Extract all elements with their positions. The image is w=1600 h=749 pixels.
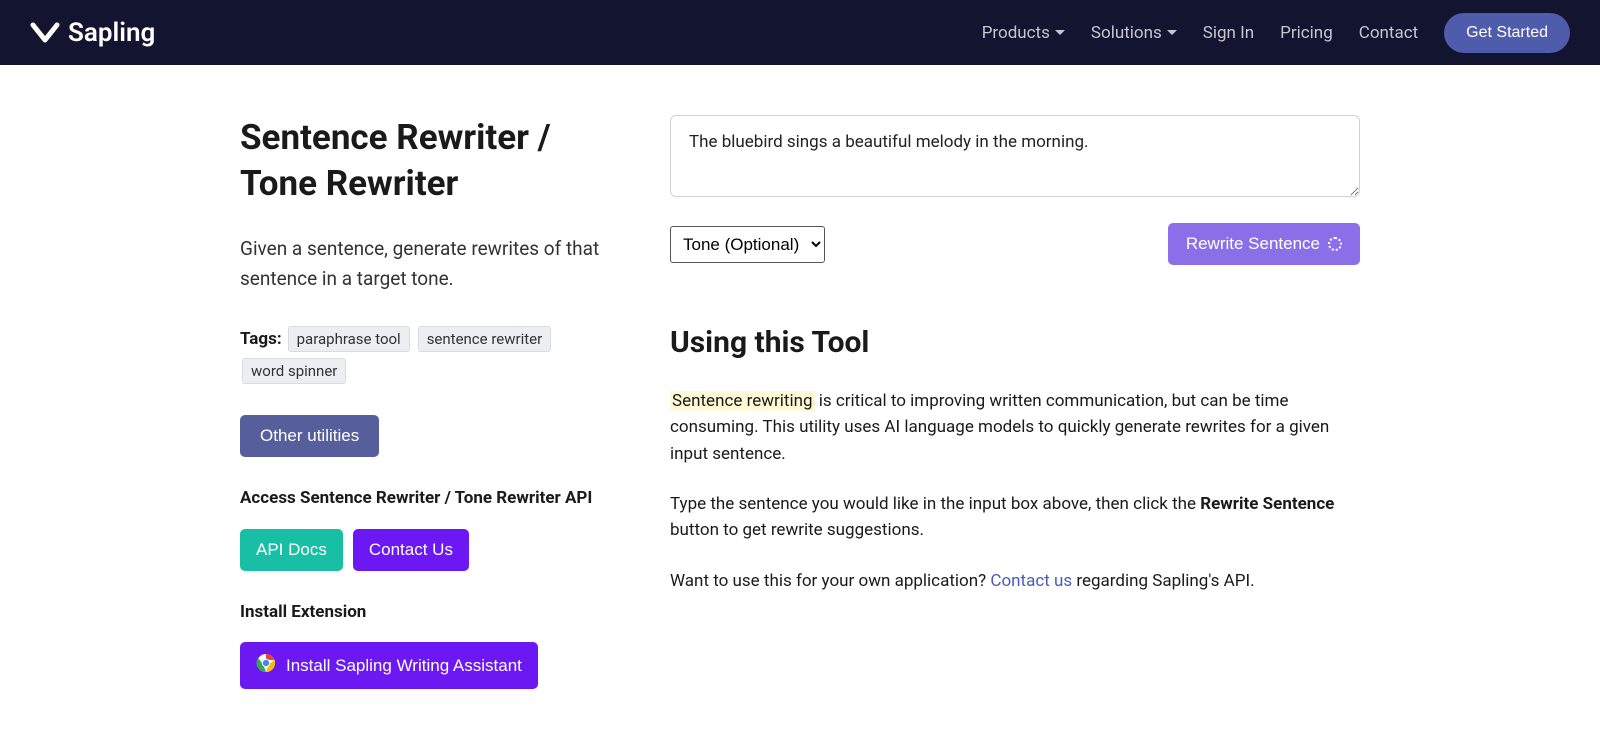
main-container: Sentence Rewriter / Tone Rewriter Given …: [240, 65, 1360, 729]
install-extension-label: Install Extension: [240, 601, 610, 625]
nav-contact[interactable]: Contact: [1359, 23, 1418, 43]
install-sapling-button[interactable]: Install Sapling Writing Assistant: [240, 642, 538, 689]
rewrite-sentence-button[interactable]: Rewrite Sentence: [1168, 223, 1360, 265]
contact-us-button[interactable]: Contact Us: [353, 529, 469, 571]
right-column: Tone (Optional) Rewrite Sentence Using t…: [670, 115, 1360, 689]
contact-us-link[interactable]: Contact us: [990, 571, 1072, 591]
api-docs-button[interactable]: API Docs: [240, 529, 343, 571]
using-this-tool-title: Using this Tool: [670, 325, 1360, 360]
tag[interactable]: paraphrase tool: [288, 326, 410, 352]
other-utilities-button[interactable]: Other utilities: [240, 415, 379, 457]
caret-down-icon: [1055, 30, 1065, 35]
left-column: Sentence Rewriter / Tone Rewriter Given …: [240, 115, 610, 689]
brand[interactable]: Sapling: [30, 18, 155, 48]
api-buttons-row: API Docs Contact Us: [240, 529, 610, 571]
get-started-button[interactable]: Get Started: [1444, 13, 1570, 53]
description-para-2: Type the sentence you would like in the …: [670, 491, 1360, 544]
navbar: Sapling Products Solutions Sign In Prici…: [0, 0, 1600, 65]
rewrite-sentence-label: Rewrite Sentence: [1186, 234, 1320, 254]
nav-signin[interactable]: Sign In: [1203, 23, 1254, 43]
page-subtitle: Given a sentence, generate rewrites of t…: [240, 234, 610, 295]
tag[interactable]: sentence rewriter: [418, 326, 552, 352]
description-para-3: Want to use this for your own applicatio…: [670, 568, 1360, 594]
spinner-icon: [1328, 237, 1342, 251]
chrome-icon: [256, 653, 276, 678]
nav-products-label: Products: [982, 23, 1050, 43]
control-row: Tone (Optional) Rewrite Sentence: [670, 223, 1360, 265]
caret-down-icon: [1167, 30, 1177, 35]
page-title: Sentence Rewriter / Tone Rewriter: [240, 115, 610, 206]
description-para-1: Sentence rewriting is critical to improv…: [670, 388, 1360, 467]
sapling-logo-icon: [30, 22, 60, 44]
rewrite-strong: Rewrite Sentence: [1200, 494, 1334, 514]
nav-right: Products Solutions Sign In Pricing Conta…: [982, 13, 1570, 53]
highlighted-text: Sentence rewriting: [670, 391, 815, 411]
brand-name: Sapling: [68, 18, 155, 48]
tag[interactable]: word spinner: [242, 358, 346, 384]
nav-products[interactable]: Products: [982, 23, 1065, 43]
install-sapling-label: Install Sapling Writing Assistant: [286, 656, 522, 676]
nav-pricing[interactable]: Pricing: [1280, 23, 1333, 43]
nav-solutions[interactable]: Solutions: [1091, 23, 1177, 43]
nav-solutions-label: Solutions: [1091, 23, 1162, 43]
sentence-input[interactable]: [670, 115, 1360, 197]
tags-section: Tags: paraphrase tool sentence rewriter …: [240, 323, 610, 387]
tags-label: Tags:: [240, 329, 282, 349]
access-api-label: Access Sentence Rewriter / Tone Rewriter…: [240, 487, 610, 511]
tone-select[interactable]: Tone (Optional): [670, 226, 825, 263]
